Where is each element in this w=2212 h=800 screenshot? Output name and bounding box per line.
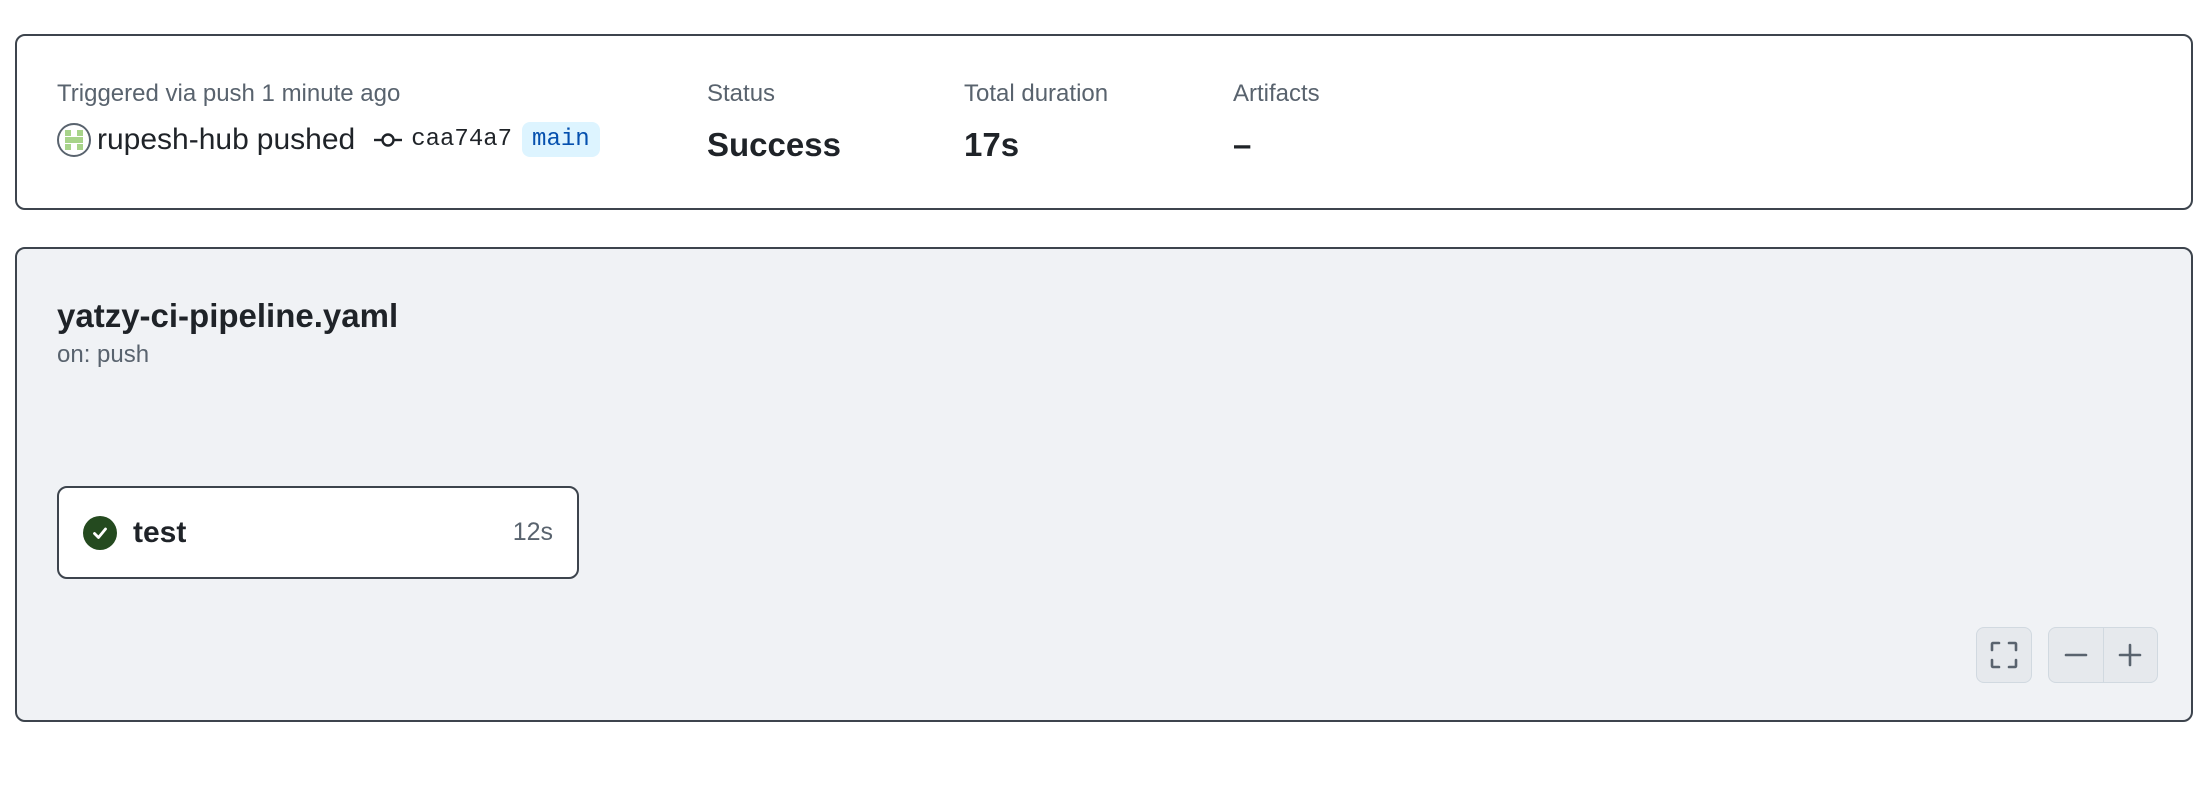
status-value: Success [707,126,841,163]
commit-sha-link[interactable]: caa74a7 [411,126,512,153]
trigger-details: rupesh-hub pushed caa74a7 main [57,122,600,157]
job-name: test [133,515,187,549]
artifacts-label: Artifacts [1233,80,1320,107]
branch-label[interactable]: main [522,122,600,157]
duration-value: 17s [964,126,1020,163]
fullscreen-icon [1990,641,2018,669]
job-duration: 12s [512,518,553,546]
workflow-file-name[interactable]: yatzy-ci-pipeline.yaml [57,297,398,335]
zoom-in-button[interactable] [2102,628,2158,682]
git-commit-icon [373,131,403,149]
fullscreen-button[interactable] [1976,627,2032,683]
avatar[interactable] [57,122,91,157]
duration-section: Total duration 17s [964,80,1109,163]
artifacts-value: – [1233,126,1252,163]
push-action-text: pushed [256,122,356,156]
trigger-label: Triggered via push 1 minute ago [57,80,401,107]
zoom-controls [2048,627,2158,683]
plus-icon [2118,643,2142,667]
trigger-section: Triggered via push 1 minute ago rupesh-h… [57,82,600,157]
artifacts-section: Artifacts – [1233,80,1320,163]
job-node-test[interactable]: test 12s [57,486,579,579]
workflow-graph-card: yatzy-ci-pipeline.yaml on: push test 12s [15,247,2193,722]
minus-icon [2064,653,2088,657]
actor-link[interactable]: rupesh-hub [97,123,249,157]
run-summary-card: Triggered via push 1 minute ago rupesh-h… [15,34,2193,210]
status-label: Status [707,80,776,107]
status-section: Status Success [707,80,841,163]
workflow-trigger: on: push [57,341,150,368]
zoom-out-button[interactable] [2049,628,2103,682]
avatar-identicon-icon [61,126,87,153]
check-circle-icon [83,515,117,550]
duration-label: Total duration [964,80,1109,107]
